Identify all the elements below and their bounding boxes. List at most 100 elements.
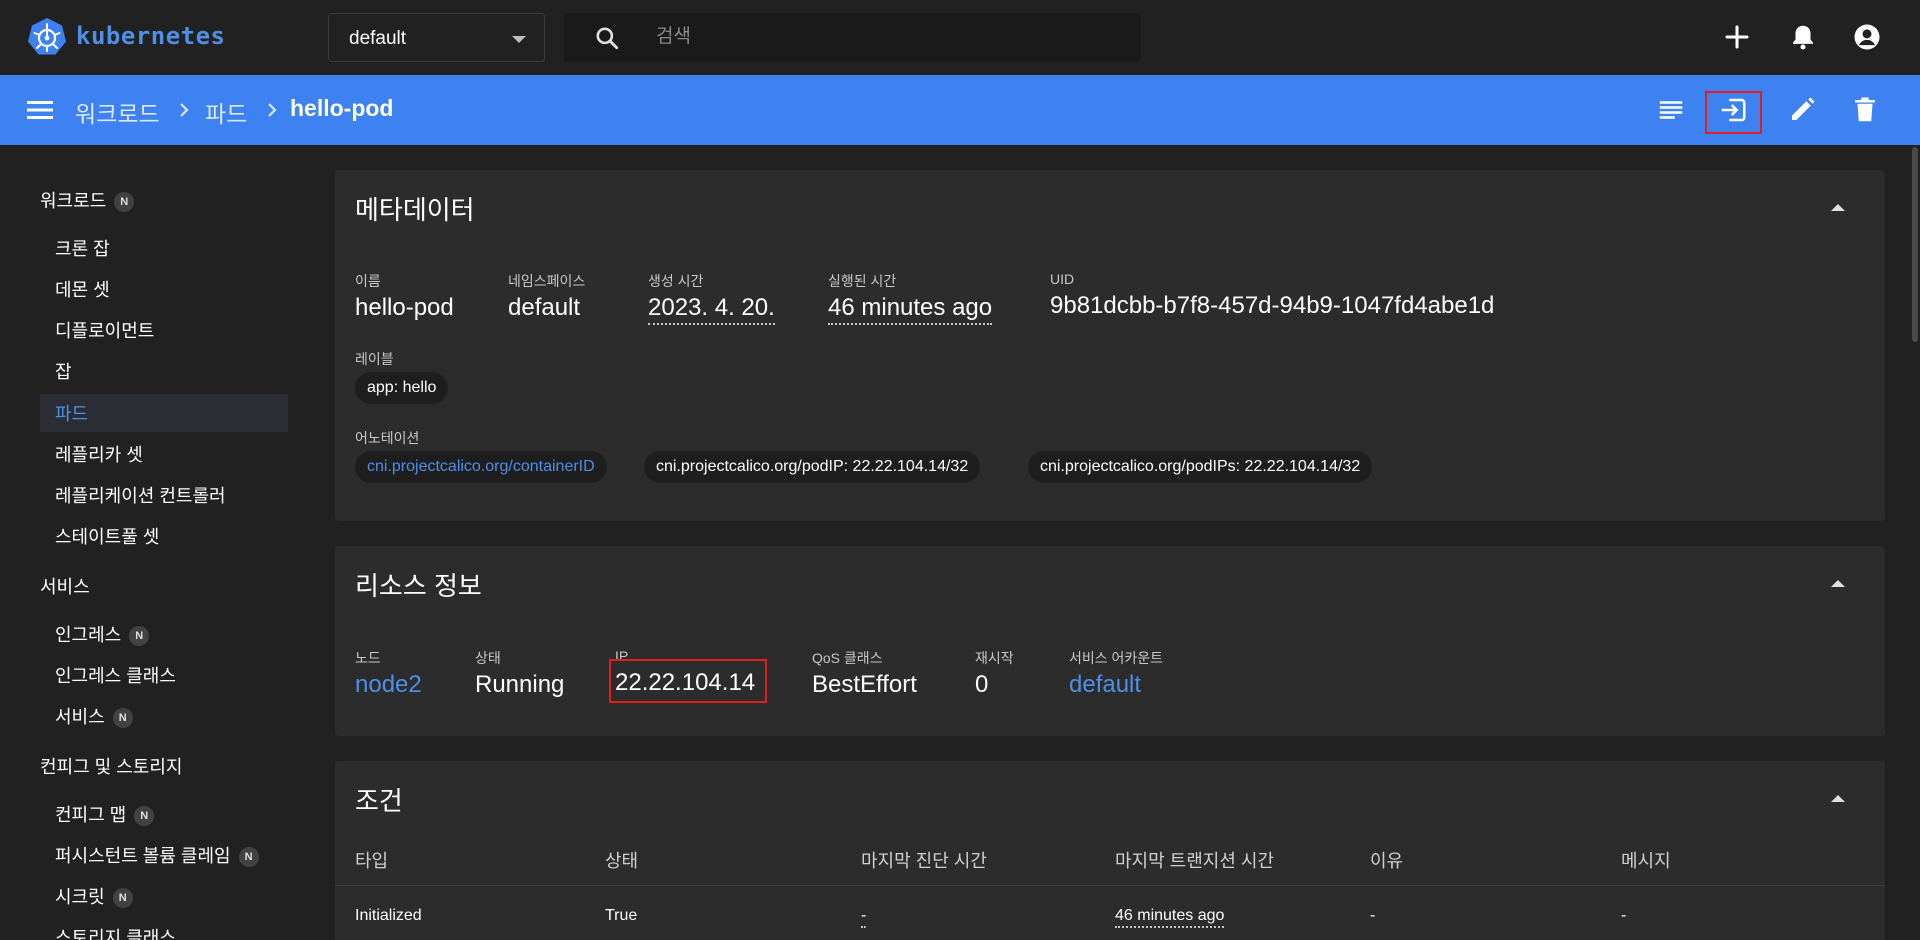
uid-label: UID [1050,271,1075,287]
new-badge: N [112,708,133,728]
table-cell-last-transition: 46 minutes ago [1115,907,1225,928]
column-header-last-transition[interactable]: 마지막 트랜지션 시간 [1115,847,1274,873]
sidebar: 워크로드 N 크론 잡 데몬 셋 디플로이먼트 잡 파드 레플리카 셋 레플리케이… [0,145,310,940]
sidebar-group-services[interactable]: 서비스 [40,573,90,599]
collapse-icon[interactable] [1831,204,1845,211]
table-cell-reason: - [1370,907,1376,924]
top-bar: kubernetes default [0,0,1920,75]
column-header-status[interactable]: 상태 [605,847,638,873]
conditions-title: 조건 [355,786,403,816]
node-link[interactable]: node2 [355,671,422,699]
chevron-right-icon [180,103,189,117]
namespace-label: 네임스페이스 [508,273,586,289]
label-chip: app: hello [355,372,449,404]
column-header-reason[interactable]: 이유 [1370,847,1403,873]
sidebar-item-label: 컨피그 맵 [55,805,127,825]
delete-icon[interactable] [1850,95,1880,125]
search-box[interactable] [564,13,1141,62]
restarts-value: 0 [975,671,989,698]
new-badge: N [112,888,133,908]
sidebar-item-jobs[interactable]: 잡 [55,358,72,384]
sidebar-group-label: 워크로드 [40,191,107,211]
search-icon [596,27,619,50]
chevron-right-icon [268,103,277,117]
metadata-title: 메타데이터 [355,195,475,225]
edit-icon[interactable] [1787,95,1817,125]
logo-text[interactable]: kubernetes [76,22,226,50]
service-account-link[interactable]: default [1069,671,1141,699]
table-divider [335,885,1885,886]
uid-value: 9b81dcbb-b7f8-457d-94b9-1047fd4abe1d [1050,292,1495,319]
status-label: 상태 [475,650,501,666]
scrollbar-thumb[interactable] [1912,147,1918,342]
column-header-last-probe[interactable]: 마지막 진단 시간 [861,847,987,873]
service-account-label: 서비스 어카운트 [1069,650,1164,666]
sidebar-group-config-storage[interactable]: 컨피그 및 스토리지 [40,753,182,779]
logs-icon[interactable] [1656,95,1686,125]
exec-highlight-box [1705,91,1762,134]
annotation-chip-podips: cni.projectcalico.org/podIPs: 22.22.104.… [1028,451,1373,483]
breadcrumb-item-pods[interactable]: 파드 [205,95,247,129]
new-badge: N [238,847,259,867]
namespace-value: default [508,294,581,321]
sidebar-item-cronjobs[interactable]: 크론 잡 [55,235,110,261]
age-label: 실행된 시간 [828,273,897,289]
namespace-select[interactable]: default [328,13,545,62]
sidebar-item-label: 시크릿 [55,887,105,907]
sidebar-item-secrets[interactable]: 시크릿 N [55,883,133,909]
sidebar-item-pvcs[interactable]: 퍼시스턴트 볼륨 클레임 N [55,842,259,868]
qos-value: BestEffort [812,671,917,698]
collapse-icon[interactable] [1831,795,1845,802]
sidebar-item-label: 인그레스 [55,625,122,645]
sidebar-item-deployments[interactable]: 디플로이먼트 [55,317,154,343]
account-circle-icon[interactable] [1852,22,1882,52]
name-value: hello-pod [355,294,454,321]
sidebar-item-ingressclasses[interactable]: 인그레스 클래스 [55,662,176,688]
annotation-chip-containerid[interactable]: cni.projectcalico.org/containerID [355,451,607,483]
conditions-card: 조건 타입 상태 마지막 진단 시간 마지막 트랜지션 시간 이유 메시지 In… [335,761,1885,940]
sidebar-item-services[interactable]: 서비스 N [55,703,133,729]
sidebar-item-pods[interactable]: 파드 [55,400,88,426]
ip-highlight-box [609,659,767,703]
name-label: 이름 [355,273,381,289]
sidebar-group-workloads[interactable]: 워크로드 N [40,187,135,213]
restarts-label: 재시작 [975,650,1014,666]
sidebar-item-replicasets[interactable]: 레플리카 셋 [55,441,143,467]
resource-info-title: 리소스 정보 [355,571,482,601]
sidebar-item-storageclasses[interactable]: 스토리지 클래스 [55,924,176,940]
scrollbar[interactable] [1910,145,1920,940]
annotations-label: 어노테이션 [355,430,420,446]
column-header-message[interactable]: 메시지 [1621,847,1671,873]
node-label: 노드 [355,650,381,666]
status-value: Running [475,671,565,698]
created-label: 생성 시간 [648,273,704,289]
sidebar-item-replicationcontrollers[interactable]: 레플리케이션 컨트롤러 [55,482,226,508]
labels-label: 레이블 [355,351,394,367]
metadata-card: 메타데이터 이름 hello-pod 네임스페이스 default 생성 시간 … [335,170,1885,521]
sidebar-item-configmaps[interactable]: 컨피그 맵 N [55,801,155,827]
annotation-chip-podip: cni.projectcalico.org/podIP: 22.22.104.1… [644,451,981,483]
table-cell-status: True [605,907,638,924]
sidebar-item-statefulsets[interactable]: 스테이트풀 셋 [55,523,159,549]
app-bar: 워크로드 파드 hello-pod [0,75,1920,145]
new-badge: N [114,192,135,212]
breadcrumb-current: hello-pod [290,95,394,121]
qos-label: QoS 클래스 [812,650,883,666]
new-badge: N [134,806,155,826]
resource-info-card: 리소스 정보 노드 node2 상태 Running IP 22.22.104.… [335,546,1885,736]
sidebar-item-ingresses[interactable]: 인그레스 N [55,621,150,647]
column-header-type[interactable]: 타입 [355,847,388,873]
bell-icon[interactable] [1788,22,1818,52]
breadcrumb-item-workloads[interactable]: 워크로드 [75,95,160,129]
sidebar-item-daemonsets[interactable]: 데몬 셋 [55,276,110,302]
table-cell-type: Initialized [355,907,422,924]
table-cell-last-probe: - [861,907,867,928]
plus-icon[interactable] [1722,22,1752,52]
search-input[interactable] [656,21,1116,53]
collapse-icon[interactable] [1831,580,1845,587]
sidebar-item-label: 서비스 [55,707,105,727]
caret-down-icon [512,36,526,43]
namespace-select-value: default [349,28,407,49]
menu-icon[interactable] [26,97,54,123]
kubernetes-logo-icon[interactable] [27,17,67,57]
